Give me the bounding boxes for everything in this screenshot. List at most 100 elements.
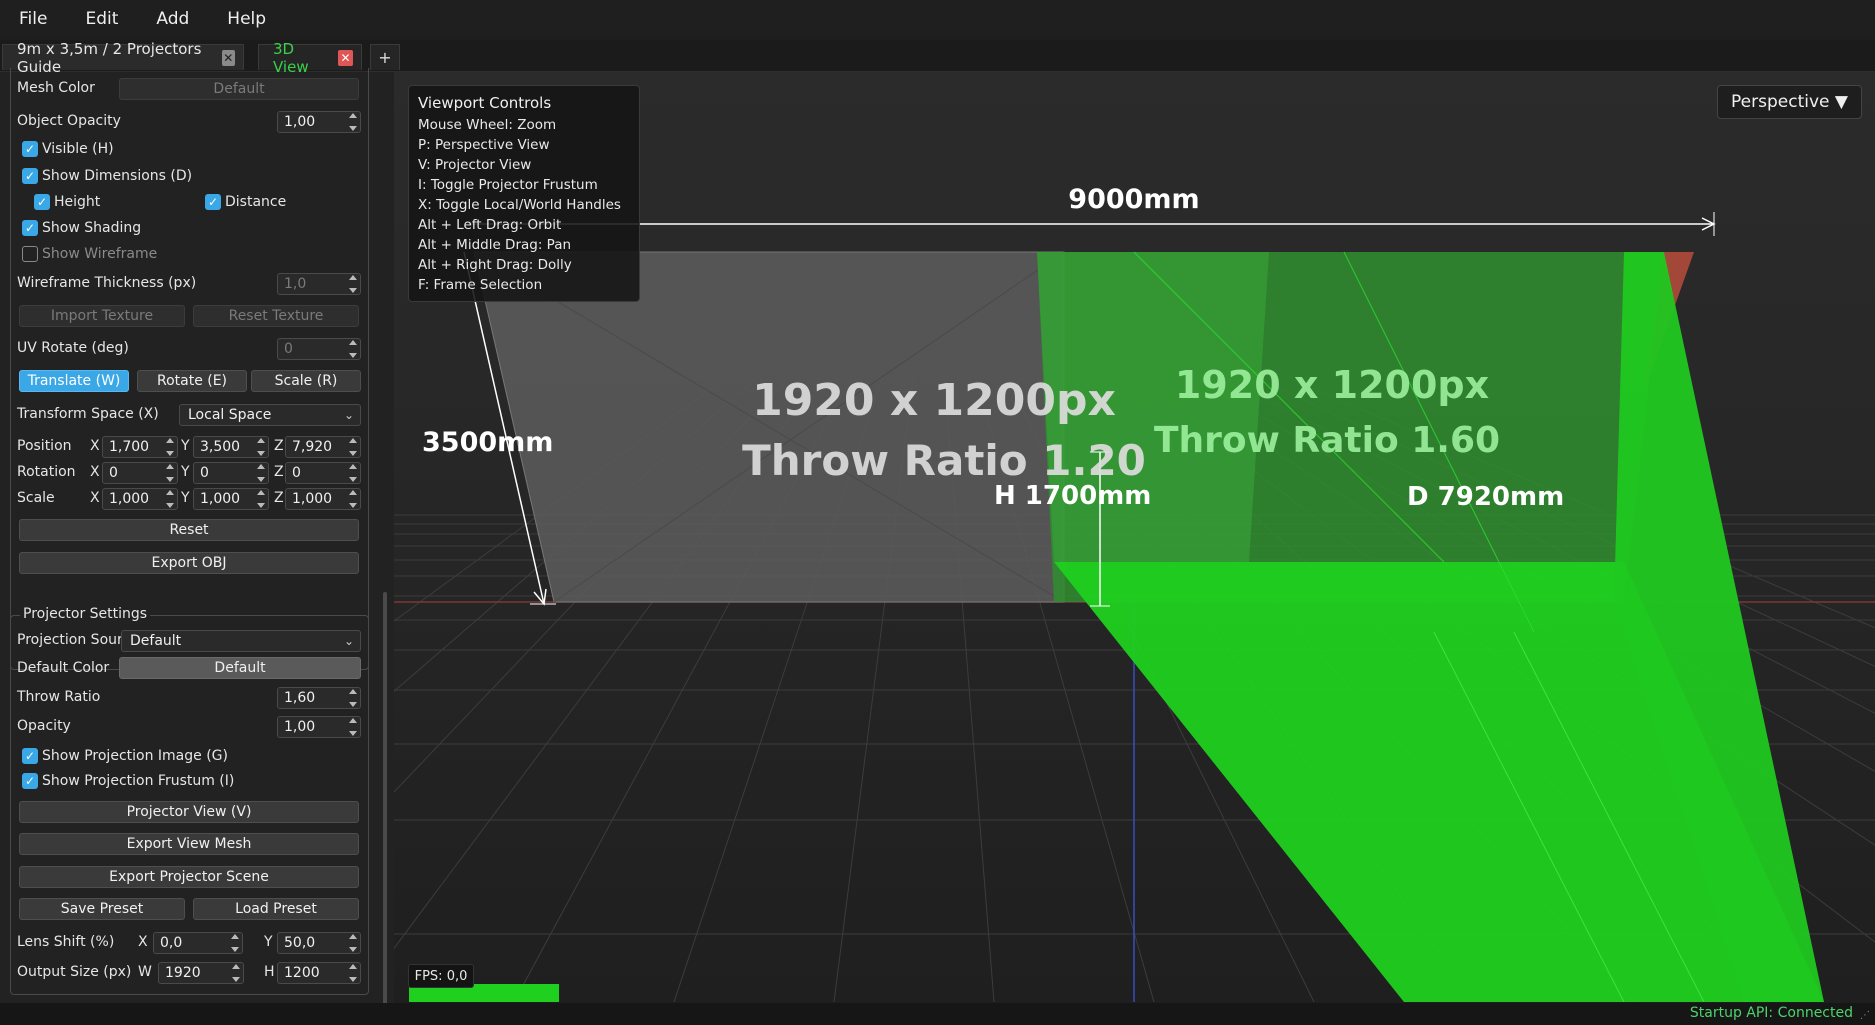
save-preset-button[interactable]: Save Preset	[19, 898, 185, 920]
lens-shift-x-spinbox[interactable]: 0,0	[153, 932, 243, 954]
tab-guide[interactable]: 9m x 3,5m / 2 Projectors Guide ✕	[2, 40, 244, 76]
show-projection-frustum-checkbox[interactable]: ✓ Show Projection Frustum (I)	[22, 773, 234, 789]
menu-add[interactable]: Add	[137, 0, 208, 38]
output-width-label: W	[138, 964, 152, 980]
viewport-controls-line: X: Toggle Local/World Handles	[418, 197, 621, 213]
close-icon[interactable]: ✕	[221, 49, 235, 66]
menu-edit[interactable]: Edit	[66, 0, 137, 38]
spin-arrows-icon[interactable]	[231, 964, 241, 982]
height-checkbox[interactable]: ✓ Height	[34, 194, 100, 210]
panel-scrollbar[interactable]	[383, 592, 387, 1025]
opacity-spinbox[interactable]: 1,00	[277, 716, 361, 738]
reset-texture-button[interactable]: Reset Texture	[193, 305, 359, 327]
distance-checkbox[interactable]: ✓ Distance	[205, 194, 286, 210]
spin-arrows-icon[interactable]	[348, 464, 358, 482]
lens-shift-y-spinbox[interactable]: 50,0	[277, 932, 361, 954]
spin-arrows-icon[interactable]	[256, 464, 266, 482]
menu-help[interactable]: Help	[208, 0, 285, 38]
object-settings-group	[10, 68, 369, 670]
scale-x-spinbox[interactable]: 1,000	[102, 488, 178, 510]
check-icon: ✓	[34, 194, 50, 210]
output-width-value: 1920	[165, 965, 201, 981]
output-width-spinbox[interactable]: 1920	[158, 962, 244, 984]
show-dimensions-checkbox[interactable]: ✓ Show Dimensions (D)	[22, 168, 192, 184]
scale-button[interactable]: Scale (R)	[251, 370, 361, 392]
spin-arrows-icon[interactable]	[348, 689, 358, 707]
spin-arrows-icon[interactable]	[230, 934, 240, 952]
spin-arrows-icon[interactable]	[348, 113, 358, 131]
export-projector-scene-button[interactable]: Export Projector Scene	[19, 866, 359, 888]
visible-checkbox[interactable]: ✓ Visible (H)	[22, 141, 114, 157]
mesh-color-button[interactable]: Default	[119, 78, 359, 100]
object-opacity-spinbox[interactable]: 1,00	[277, 111, 361, 133]
rotation-z-spinbox[interactable]: 0	[285, 462, 361, 484]
scale-z-spinbox[interactable]: 1,000	[285, 488, 361, 510]
chevron-down-icon: ⌄	[343, 634, 354, 648]
properties-panel: Projector Settings Mesh Color Default Ob…	[0, 68, 394, 1025]
position-y-spinbox[interactable]: 3,500	[193, 436, 269, 458]
scale-x-value: 1,000	[109, 491, 150, 507]
show-wireframe-checkbox[interactable]: Show Wireframe	[22, 246, 157, 262]
show-projection-image-checkbox[interactable]: ✓ Show Projection Image (G)	[22, 748, 228, 764]
perspective-dropdown[interactable]: Perspective ▼	[1717, 85, 1862, 119]
projection-source-value: Default	[130, 633, 182, 649]
import-texture-button[interactable]: Import Texture	[19, 305, 185, 327]
show-shading-checkbox[interactable]: ✓ Show Shading	[22, 220, 141, 236]
rotation-z-label: Z	[274, 464, 284, 480]
spin-arrows-icon[interactable]	[348, 934, 358, 952]
resize-grip-icon[interactable]: ⋰	[1860, 1010, 1872, 1022]
d-dimension-label: D 7920mm	[1407, 482, 1564, 512]
wireframe-thickness-spinbox[interactable]: 1,0	[277, 273, 361, 295]
rotate-button[interactable]: Rotate (E)	[137, 370, 247, 392]
spin-arrows-icon[interactable]	[165, 464, 175, 482]
position-x-spinbox[interactable]: 1,700	[102, 436, 178, 458]
position-z-spinbox[interactable]: 7,920	[285, 436, 361, 458]
lens-shift-x-value: 0,0	[160, 935, 183, 951]
spin-arrows-icon[interactable]	[348, 275, 358, 293]
show-shading-label: Show Shading	[42, 220, 142, 236]
spin-arrows-icon[interactable]	[348, 438, 358, 456]
export-obj-button[interactable]: Export OBJ	[19, 552, 359, 574]
export-view-mesh-button[interactable]: Export View Mesh	[19, 833, 359, 855]
menu-bar: File Edit Add Help	[0, 0, 1875, 38]
output-height-spinbox[interactable]: 1200	[277, 962, 361, 984]
spin-arrows-icon[interactable]	[165, 438, 175, 456]
position-label: Position	[17, 438, 72, 454]
check-icon: ✓	[22, 748, 38, 764]
projector-2-resolution: 1920 x 1200px	[1175, 363, 1489, 407]
uv-rotate-value: 0	[284, 341, 293, 357]
translate-button[interactable]: Translate (W)	[19, 370, 129, 392]
rotation-y-spinbox[interactable]: 0	[193, 462, 269, 484]
default-color-button[interactable]: Default	[119, 657, 361, 679]
load-preset-button[interactable]: Load Preset	[193, 898, 359, 920]
scale-y-spinbox[interactable]: 1,000	[193, 488, 269, 510]
tab-3d-view[interactable]: 3D View ✕	[258, 40, 362, 76]
rotation-x-spinbox[interactable]: 0	[102, 462, 178, 484]
spin-arrows-icon[interactable]	[165, 490, 175, 508]
add-tab-button[interactable]: +	[370, 44, 400, 70]
spin-arrows-icon[interactable]	[256, 438, 266, 456]
object-opacity-value: 1,00	[284, 114, 316, 130]
uv-rotate-spinbox[interactable]: 0	[277, 338, 361, 360]
spin-arrows-icon[interactable]	[348, 964, 358, 982]
spin-arrows-icon[interactable]	[348, 340, 358, 358]
spin-arrows-icon[interactable]	[348, 490, 358, 508]
projector-view-button[interactable]: Projector View (V)	[19, 801, 359, 823]
position-y-value: 3,500	[200, 439, 241, 455]
transform-space-select[interactable]: Local Space ⌄	[179, 404, 361, 426]
menu-file[interactable]: File	[0, 0, 66, 38]
viewport-controls-title: Viewport Controls	[418, 94, 552, 112]
viewport-controls-line: P: Perspective View	[418, 137, 550, 153]
height-dimension-label: 3500mm	[422, 427, 553, 458]
projection-source-select[interactable]: Default ⌄	[121, 630, 361, 652]
spin-arrows-icon[interactable]	[256, 490, 266, 508]
scale-z-value: 1,000	[292, 491, 333, 507]
reset-button[interactable]: Reset	[19, 519, 359, 541]
spin-arrows-icon[interactable]	[348, 718, 358, 736]
close-icon[interactable]: ✕	[338, 49, 353, 66]
throw-ratio-spinbox[interactable]: 1,60	[277, 687, 361, 709]
show-wireframe-label: Show Wireframe	[42, 246, 158, 262]
scale-label: Scale	[17, 490, 55, 506]
rotation-x-label: X	[90, 464, 100, 480]
fps-counter: FPS: 0,0	[408, 964, 474, 988]
